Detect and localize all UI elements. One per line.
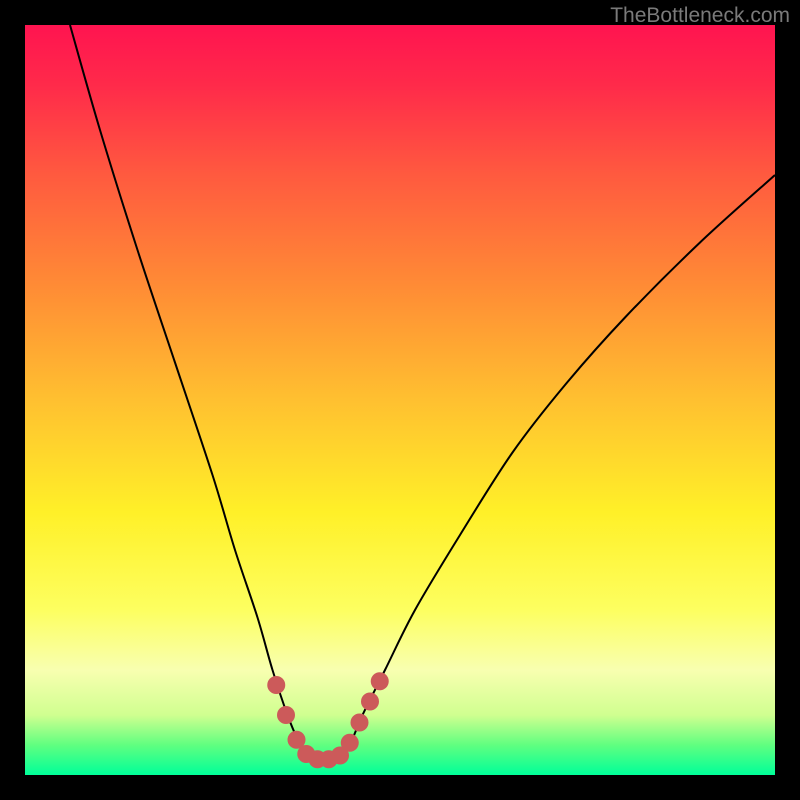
sweet-spot-dot — [267, 676, 285, 694]
sweet-spot-dot — [341, 734, 359, 752]
sweet-spot-dot — [371, 672, 389, 690]
sweet-spot-dots — [267, 672, 389, 768]
sweet-spot-dot — [361, 693, 379, 711]
chart-svg — [0, 0, 800, 800]
sweet-spot-dot — [277, 706, 295, 724]
bottleneck-curve — [70, 25, 775, 760]
sweet-spot-dot — [351, 714, 369, 732]
watermark-text: TheBottleneck.com — [610, 4, 790, 28]
